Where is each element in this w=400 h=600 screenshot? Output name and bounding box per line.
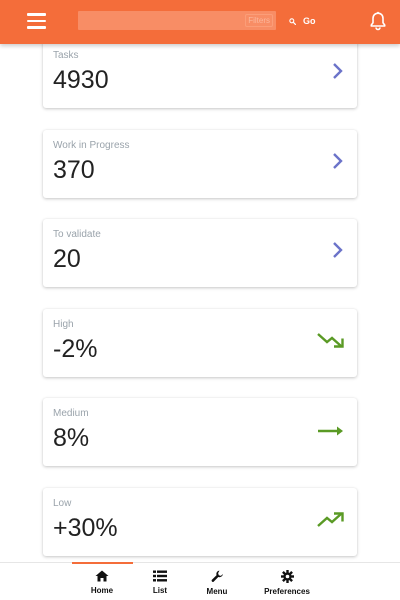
card-value: -2% [53,335,98,363]
chevron-right-icon [333,63,343,79]
card-value: 4930 [53,66,109,94]
hamburger-menu-icon[interactable] [27,13,46,29]
search-icon [289,17,296,25]
nav-item-menu[interactable]: Menu [187,570,247,596]
card-work-in-progress[interactable]: Work in Progress 370 [43,130,357,198]
card-label: High [53,319,74,330]
nav-item-preferences[interactable]: Preferences [257,570,317,596]
nav-item-home[interactable]: Home [72,570,132,595]
trending-flat-icon [318,426,343,436]
home-icon [95,570,109,582]
nav-label: Menu [206,587,228,596]
card-medium[interactable]: Medium 8% [43,398,357,466]
search-input[interactable]: Filters [78,11,276,30]
wrench-icon [211,570,223,582]
nav-label: Preferences [264,587,310,596]
card-value: +30% [53,514,118,542]
card-value: 8% [53,424,90,452]
card-high[interactable]: High -2% [43,309,357,377]
nav-label: Home [90,586,114,595]
card-label: Work in Progress [53,140,130,151]
nav-label: List [152,586,168,595]
list-icon [153,570,167,582]
card-label: Low [53,498,72,509]
active-tab-indicator [72,562,133,564]
card-label: To validate [53,229,101,240]
trending-down-icon [317,333,344,348]
card-label: Tasks [53,50,79,61]
filters-button[interactable]: Filters [245,14,273,27]
bell-icon[interactable] [369,11,387,31]
card-value: 370 [53,156,95,184]
card-label: Medium [53,408,89,419]
chevron-right-icon [333,242,343,258]
card-to-validate[interactable]: To validate 20 [43,219,357,287]
bottom-navigation: Home List Menu Preferences [0,562,400,600]
go-label: Go [303,16,316,26]
go-button[interactable]: Go [289,14,316,28]
card-low[interactable]: Low +30% [43,488,357,556]
chevron-right-icon [333,153,343,169]
nav-item-list[interactable]: List [130,570,190,595]
card-tasks[interactable]: Tasks 4930 [43,40,357,108]
trending-up-icon [317,512,344,527]
card-value: 20 [53,245,81,273]
top-app-bar: Filters Go [0,0,400,44]
gear-icon [280,570,294,583]
